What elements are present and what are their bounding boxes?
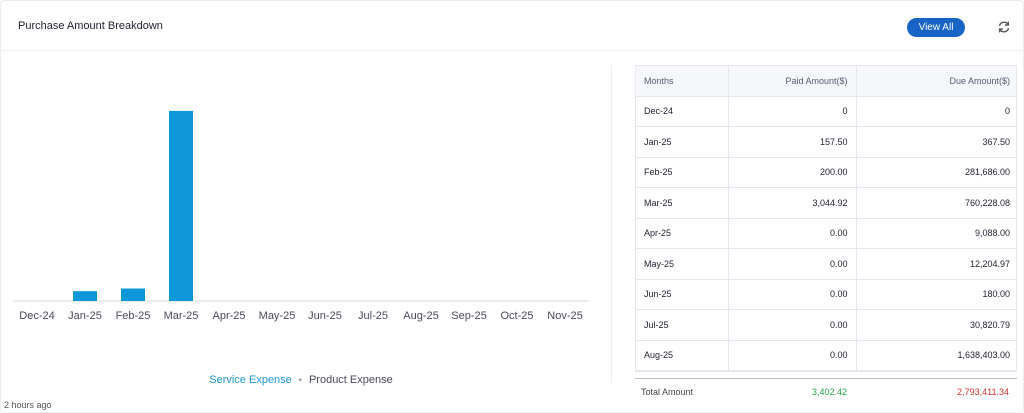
cell-paid: 0.00 — [728, 278, 857, 310]
breakdown-table-wrapper[interactable]: Months Paid Amount($) Due Amount($) Dec-… — [635, 65, 1017, 372]
x-tick-label: Sep-25 — [451, 310, 486, 322]
x-tick-label: Nov-25 — [547, 310, 582, 322]
total-label: Total Amount — [641, 387, 694, 397]
cell-paid: 0.00 — [728, 217, 857, 249]
x-tick-label: Apr-25 — [212, 310, 245, 322]
cell-month: May-25 — [636, 248, 729, 279]
cell-paid — [728, 370, 857, 371]
cell-due: 367.50 — [856, 126, 1016, 157]
cell-paid: 0.00 — [728, 309, 857, 340]
table-row: Apr-25 0.00 9,088.00 — [636, 217, 1016, 249]
table-row: Jul-25 0.00 30,820.79 — [636, 309, 1016, 340]
table-row: Feb-25 200.00 281,686.00 — [636, 156, 1016, 188]
purchase-amount-card: Purchase Amount Breakdown View All Dec-2… — [0, 0, 1024, 413]
cell-paid: 0.00 — [728, 339, 857, 371]
bar-chart: Dec-24 Jan-25 Feb-25 Mar-25 Apr-25 May-25 Jun-… — [13, 110, 589, 322]
header-months: Months — [636, 66, 729, 96]
total-due: 2,793,411.34 — [957, 387, 1009, 397]
cell-month: Jun-25 — [636, 278, 729, 310]
table-row: Aug-25 0.00 1,638,403.00 — [636, 339, 1016, 371]
total-divider — [635, 378, 1017, 379]
chart-legend: Service Expense • Product Expense — [1, 374, 601, 386]
refresh-icon[interactable] — [997, 20, 1011, 34]
table-row: Jan-25 157.50 367.50 — [636, 126, 1016, 157]
total-paid: 3,402.42 — [811, 387, 847, 397]
cell-month: Apr-25 — [636, 217, 729, 249]
card-header: Purchase Amount Breakdown View All — [1, 1, 1023, 51]
legend-service-expense[interactable]: Service Expense — [209, 374, 292, 386]
cell-due: 760,228.08 — [856, 187, 1016, 218]
table-header-row: Months Paid Amount($) Due Amount($) — [636, 66, 1016, 96]
table-row: Jun-25 0.00 180.00 — [636, 278, 1016, 310]
table-row — [636, 370, 1016, 371]
cell-paid: 0.00 — [728, 248, 857, 279]
cell-due: 1,638,403.00 — [856, 339, 1016, 371]
bar-feb-25[interactable] — [121, 288, 145, 301]
x-tick-label: Oct-25 — [500, 310, 533, 322]
header-due-amount: Due Amount($) — [949, 75, 1010, 86]
cell-paid: 0 — [728, 95, 857, 127]
cell-paid: 157.50 — [728, 126, 857, 157]
cell-month: Jul-25 — [636, 309, 729, 340]
cell-month: Feb-25 — [636, 156, 729, 188]
cell-month: Mar-25 — [636, 187, 729, 218]
last-updated: 2 hours ago — [4, 400, 52, 410]
bar-jan-25[interactable] — [73, 291, 97, 301]
view-all-button[interactable]: View All — [907, 18, 965, 37]
x-tick-label: Jul-25 — [358, 310, 388, 322]
cell-due: 30,820.79 — [856, 309, 1016, 340]
cell-due: 9,088.00 — [856, 217, 1016, 249]
cell-month: Aug-25 — [636, 339, 729, 371]
legend-separator: • — [298, 375, 302, 385]
x-tick-label: Dec-24 — [19, 310, 54, 322]
cell-month: Jan-25 — [636, 126, 729, 157]
cell-due: 180.00 — [856, 278, 1016, 310]
breakdown-table: Months Paid Amount($) Due Amount($) Dec-… — [636, 66, 1016, 371]
x-tick-label: Feb-25 — [116, 310, 151, 322]
table-row: Mar-25 3,044.92 760,228.08 — [636, 187, 1016, 218]
card-title: Purchase Amount Breakdown — [18, 20, 163, 32]
divider — [611, 65, 612, 383]
x-tick-label: Jan-25 — [68, 310, 102, 322]
table-row: May-25 0.00 12,204.97 — [636, 248, 1016, 279]
x-tick-label: Aug-25 — [403, 310, 438, 322]
total-row: Total Amount 3,402.42 2,793,411.34 — [635, 387, 1017, 401]
header-paid-amount: Paid Amount($) — [728, 66, 857, 96]
cell-paid: 200.00 — [728, 156, 857, 188]
bar-mar-25[interactable] — [169, 110, 193, 301]
table-row: Dec-24 0 0 — [636, 95, 1016, 127]
cell-due: 281,686.00 — [856, 156, 1016, 188]
cell-due: 12,204.97 — [856, 248, 1016, 279]
cell-paid: 3,044.92 — [728, 187, 857, 218]
cell-month — [636, 370, 729, 371]
cell-due: 0 — [856, 95, 1016, 127]
x-tick-label: Mar-25 — [164, 310, 199, 322]
cell-due — [856, 370, 1016, 371]
x-tick-label: May-25 — [259, 310, 296, 322]
legend-product-expense[interactable]: Product Expense — [309, 374, 393, 386]
cell-month: Dec-24 — [636, 95, 729, 127]
x-tick-label: Jun-25 — [308, 310, 342, 322]
